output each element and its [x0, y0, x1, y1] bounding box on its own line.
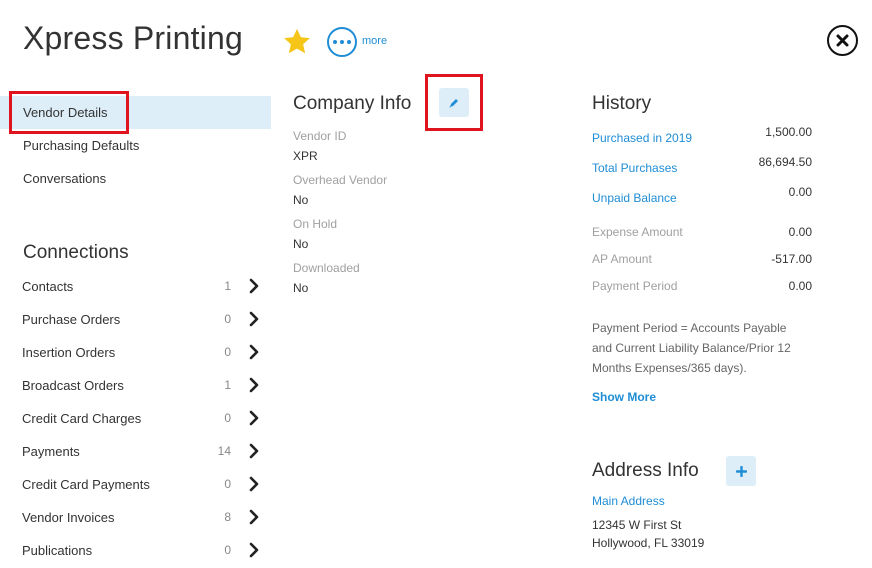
- payment-period-note: Payment Period = Accounts Payable and Cu…: [592, 321, 791, 375]
- connection-label: Insertion Orders: [22, 345, 116, 360]
- connection-row-vendor-invoices[interactable]: Vendor Invoices 8: [22, 508, 264, 528]
- address-line-2: Hollywood, FL 33019: [592, 536, 705, 550]
- unpaid-balance-link[interactable]: Unpaid Balance: [592, 191, 677, 205]
- connection-label: Broadcast Orders: [22, 378, 124, 393]
- page-title: Xpress Printing: [23, 20, 243, 56]
- connection-row-publications[interactable]: Publications 0: [22, 541, 264, 561]
- vendor-id-value: XPR: [293, 149, 318, 163]
- main-address-link[interactable]: Main Address: [592, 494, 665, 508]
- overhead-vendor-label: Overhead Vendor: [293, 173, 388, 187]
- chevron-right-icon[interactable]: [248, 476, 260, 492]
- more-link[interactable]: more: [362, 35, 387, 47]
- chevron-right-icon[interactable]: [248, 344, 260, 360]
- connection-row-insertion-orders[interactable]: Insertion Orders 0: [22, 343, 264, 363]
- nav-item-purchasing-defaults[interactable]: Purchasing Defaults: [0, 129, 271, 162]
- connection-count: 0: [224, 312, 231, 326]
- ap-amount-label: AP Amount: [592, 252, 652, 266]
- downloaded-value: No: [293, 281, 309, 295]
- connection-count: 0: [224, 345, 231, 359]
- connection-count: 0: [224, 477, 231, 491]
- address-info-title: Address Info: [592, 460, 699, 481]
- total-purchases-link[interactable]: Total Purchases: [592, 161, 677, 175]
- payment-period-value: 0.00: [788, 279, 812, 293]
- chevron-right-icon[interactable]: [248, 278, 260, 294]
- chevron-right-icon[interactable]: [248, 443, 260, 459]
- connection-label: Credit Card Charges: [22, 411, 142, 426]
- connection-label: Payments: [22, 444, 80, 459]
- close-button[interactable]: [827, 25, 858, 56]
- connection-label: Credit Card Payments: [22, 477, 150, 492]
- close-icon: [836, 34, 849, 47]
- plus-icon: [735, 465, 747, 477]
- nav-item-conversations[interactable]: Conversations: [0, 162, 271, 195]
- connection-row-credit-card-charges[interactable]: Credit Card Charges 0: [22, 409, 264, 429]
- ellipsis-icon: [333, 40, 337, 44]
- connection-row-credit-card-payments[interactable]: Credit Card Payments 0: [22, 475, 264, 495]
- on-hold-label: On Hold: [293, 217, 338, 231]
- connection-row-contacts[interactable]: Contacts 1: [22, 277, 264, 297]
- connection-count: 8: [224, 510, 231, 524]
- connection-count: 14: [217, 444, 231, 458]
- on-hold-value: No: [293, 237, 309, 251]
- purchased-in-2019-value: 1,500.00: [765, 125, 812, 139]
- chevron-right-icon[interactable]: [248, 509, 260, 525]
- payment-period-label: Payment Period: [592, 279, 678, 293]
- connection-label: Publications: [22, 543, 93, 558]
- edit-company-info-button[interactable]: [439, 88, 469, 117]
- overhead-vendor-value: No: [293, 193, 309, 207]
- connections-title: Connections: [23, 242, 129, 263]
- nav-item-vendor-details[interactable]: Vendor Details: [0, 96, 271, 129]
- add-address-button[interactable]: [726, 456, 756, 486]
- expense-amount-value: 0.00: [788, 225, 812, 239]
- connection-label: Contacts: [22, 279, 74, 294]
- star-icon[interactable]: [281, 26, 313, 58]
- connection-row-payments[interactable]: Payments 14: [22, 442, 264, 462]
- connection-label: Vendor Invoices: [22, 510, 115, 525]
- unpaid-balance-value: 0.00: [788, 185, 812, 199]
- connection-label: Purchase Orders: [22, 312, 121, 327]
- show-more-link[interactable]: Show More: [592, 390, 656, 404]
- more-button[interactable]: [327, 27, 357, 57]
- vendor-id-label: Vendor ID: [293, 129, 347, 143]
- purchased-in-2019-link[interactable]: Purchased in 2019: [592, 131, 692, 145]
- connection-count: 0: [224, 543, 231, 557]
- chevron-right-icon[interactable]: [248, 377, 260, 393]
- ap-amount-value: -517.00: [771, 252, 812, 266]
- downloaded-label: Downloaded: [293, 261, 360, 275]
- connection-count: 0: [224, 411, 231, 425]
- total-purchases-value: 86,694.50: [758, 155, 812, 169]
- connection-row-purchase-orders[interactable]: Purchase Orders 0: [22, 310, 264, 330]
- chevron-right-icon[interactable]: [248, 311, 260, 327]
- expense-amount-label: Expense Amount: [592, 225, 683, 239]
- chevron-right-icon[interactable]: [248, 410, 260, 426]
- history-title: History: [592, 93, 652, 114]
- chevron-right-icon[interactable]: [248, 542, 260, 558]
- connection-count: 1: [224, 279, 231, 293]
- address-line-1: 12345 W First St: [592, 518, 682, 532]
- company-info-title: Company Info: [293, 93, 412, 114]
- connection-count: 1: [224, 378, 231, 392]
- pencil-icon: [449, 98, 458, 107]
- connection-row-broadcast-orders[interactable]: Broadcast Orders 1: [22, 376, 264, 396]
